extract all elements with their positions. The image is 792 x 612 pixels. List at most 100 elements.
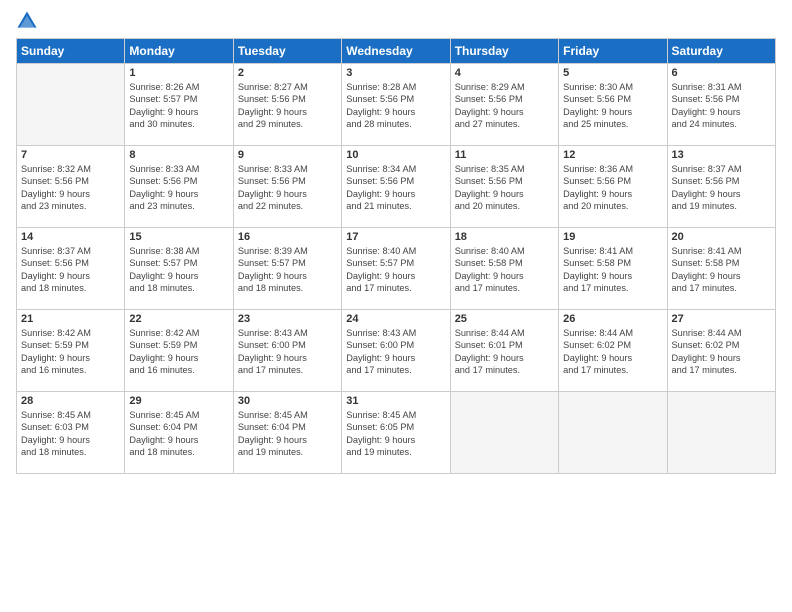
cell-info: Sunrise: 8:39 AM Sunset: 5:57 PM Dayligh… [238, 245, 337, 295]
calendar-cell: 7Sunrise: 8:32 AM Sunset: 5:56 PM Daylig… [17, 146, 125, 228]
cell-info: Sunrise: 8:40 AM Sunset: 5:58 PM Dayligh… [455, 245, 554, 295]
calendar-cell: 14 Sunrise: 8:37 AM Sunset: 5:56 PM Dayli… [17, 228, 125, 310]
day-number: 28 [21, 395, 120, 407]
day-number: 2 [238, 67, 337, 79]
weekday-thursday: Thursday [450, 39, 558, 64]
logo [16, 10, 42, 32]
day-number: 7 [21, 149, 120, 161]
calendar-cell: 24 Sunrise: 8:43 AM Sunset: 6:00 PM Dayli… [342, 310, 450, 392]
calendar-cell [450, 392, 558, 474]
cell-info: Sunrise: 8:27 AM Sunset: 5:56 PM Dayligh… [238, 81, 337, 131]
week-row-3: 21Sunrise: 8:42 AM Sunset: 5:59 PM Dayli… [17, 310, 776, 392]
day-number: 29 [129, 395, 228, 407]
day-number: 13 [672, 149, 771, 161]
weekday-saturday: Saturday [667, 39, 775, 64]
day-number: 17 [346, 231, 445, 243]
day-number: 27 [672, 313, 771, 325]
calendar-cell: 9 Sunrise: 8:33 AM Sunset: 5:56 PM Daylig… [233, 146, 341, 228]
day-number: 8 [129, 149, 228, 161]
cell-info: Sunrise: 8:45 AM Sunset: 6:03 PM Dayligh… [21, 409, 120, 459]
cell-info: Sunrise: 8:38 AM Sunset: 5:57 PM Dayligh… [129, 245, 228, 295]
day-number: 26 [563, 313, 662, 325]
day-number: 1 [129, 67, 228, 79]
cell-info: Sunrise: 8:33 AM Sunset: 5:56 PM Dayligh… [238, 163, 337, 213]
calendar-cell: 18 Sunrise: 8:40 AM Sunset: 5:58 PM Dayli… [450, 228, 558, 310]
cell-info: Sunrise: 8:26 AM Sunset: 5:57 PM Dayligh… [129, 81, 228, 131]
calendar-cell: 8Sunrise: 8:33 AM Sunset: 5:56 PM Daylig… [125, 146, 233, 228]
cell-info: Sunrise: 8:37 AM Sunset: 5:56 PM Dayligh… [672, 163, 771, 213]
cell-info: Sunrise: 8:45 AM Sunset: 6:05 PM Dayligh… [346, 409, 445, 459]
calendar-cell [17, 64, 125, 146]
calendar-cell: 3Sunrise: 8:28 AM Sunset: 5:56 PM Daylig… [342, 64, 450, 146]
calendar-cell: 13 Sunrise: 8:37 AM Sunset: 5:56 PM Dayli… [667, 146, 775, 228]
calendar-cell: 4 Sunrise: 8:29 AM Sunset: 5:56 PM Daylig… [450, 64, 558, 146]
calendar-cell: 10 Sunrise: 8:34 AM Sunset: 5:56 PM Dayli… [342, 146, 450, 228]
calendar-table: SundayMondayTuesdayWednesdayThursdayFrid… [16, 38, 776, 474]
weekday-sunday: Sunday [17, 39, 125, 64]
cell-info: Sunrise: 8:30 AM Sunset: 5:56 PM Dayligh… [563, 81, 662, 131]
page: SundayMondayTuesdayWednesdayThursdayFrid… [0, 0, 792, 612]
calendar-cell: 6Sunrise: 8:31 AM Sunset: 5:56 PM Daylig… [667, 64, 775, 146]
calendar-cell: 28 Sunrise: 8:45 AM Sunset: 6:03 PM Dayli… [17, 392, 125, 474]
calendar-cell: 27 Sunrise: 8:44 AM Sunset: 6:02 PM Dayli… [667, 310, 775, 392]
day-number: 23 [238, 313, 337, 325]
cell-info: Sunrise: 8:42 AM Sunset: 5:59 PM Dayligh… [129, 327, 228, 377]
calendar-cell: 22Sunrise: 8:42 AM Sunset: 5:59 PM Dayli… [125, 310, 233, 392]
logo-icon [16, 10, 38, 32]
calendar-cell: 1 Sunrise: 8:26 AM Sunset: 5:57 PM Daylig… [125, 64, 233, 146]
day-number: 14 [21, 231, 120, 243]
calendar-cell: 31Sunrise: 8:45 AM Sunset: 6:05 PM Dayli… [342, 392, 450, 474]
cell-info: Sunrise: 8:29 AM Sunset: 5:56 PM Dayligh… [455, 81, 554, 131]
calendar-cell [667, 392, 775, 474]
cell-info: Sunrise: 8:45 AM Sunset: 6:04 PM Dayligh… [238, 409, 337, 459]
week-row-1: 7Sunrise: 8:32 AM Sunset: 5:56 PM Daylig… [17, 146, 776, 228]
day-number: 18 [455, 231, 554, 243]
calendar-cell [559, 392, 667, 474]
day-number: 30 [238, 395, 337, 407]
cell-info: Sunrise: 8:44 AM Sunset: 6:02 PM Dayligh… [672, 327, 771, 377]
day-number: 19 [563, 231, 662, 243]
cell-info: Sunrise: 8:28 AM Sunset: 5:56 PM Dayligh… [346, 81, 445, 131]
weekday-header-row: SundayMondayTuesdayWednesdayThursdayFrid… [17, 39, 776, 64]
cell-info: Sunrise: 8:41 AM Sunset: 5:58 PM Dayligh… [672, 245, 771, 295]
calendar-cell: 25 Sunrise: 8:44 AM Sunset: 6:01 PM Dayli… [450, 310, 558, 392]
cell-info: Sunrise: 8:34 AM Sunset: 5:56 PM Dayligh… [346, 163, 445, 213]
day-number: 25 [455, 313, 554, 325]
cell-info: Sunrise: 8:37 AM Sunset: 5:56 PM Dayligh… [21, 245, 120, 295]
cell-info: Sunrise: 8:42 AM Sunset: 5:59 PM Dayligh… [21, 327, 120, 377]
day-number: 6 [672, 67, 771, 79]
cell-info: Sunrise: 8:43 AM Sunset: 6:00 PM Dayligh… [238, 327, 337, 377]
calendar-cell: 20 Sunrise: 8:41 AM Sunset: 5:58 PM Dayli… [667, 228, 775, 310]
weekday-friday: Friday [559, 39, 667, 64]
calendar-cell: 29 Sunrise: 8:45 AM Sunset: 6:04 PM Dayli… [125, 392, 233, 474]
calendar-cell: 23 Sunrise: 8:43 AM Sunset: 6:00 PM Dayli… [233, 310, 341, 392]
cell-info: Sunrise: 8:43 AM Sunset: 6:00 PM Dayligh… [346, 327, 445, 377]
day-number: 5 [563, 67, 662, 79]
day-number: 10 [346, 149, 445, 161]
calendar-cell: 15Sunrise: 8:38 AM Sunset: 5:57 PM Dayli… [125, 228, 233, 310]
weekday-tuesday: Tuesday [233, 39, 341, 64]
header [16, 10, 776, 32]
day-number: 20 [672, 231, 771, 243]
cell-info: Sunrise: 8:44 AM Sunset: 6:02 PM Dayligh… [563, 327, 662, 377]
calendar-cell: 16 Sunrise: 8:39 AM Sunset: 5:57 PM Dayli… [233, 228, 341, 310]
calendar-cell: 26 Sunrise: 8:44 AM Sunset: 6:02 PM Dayli… [559, 310, 667, 392]
calendar-cell: 21Sunrise: 8:42 AM Sunset: 5:59 PM Dayli… [17, 310, 125, 392]
calendar-cell: 12Sunrise: 8:36 AM Sunset: 5:56 PM Dayli… [559, 146, 667, 228]
cell-info: Sunrise: 8:41 AM Sunset: 5:58 PM Dayligh… [563, 245, 662, 295]
day-number: 9 [238, 149, 337, 161]
cell-info: Sunrise: 8:45 AM Sunset: 6:04 PM Dayligh… [129, 409, 228, 459]
day-number: 16 [238, 231, 337, 243]
calendar-cell: 30 Sunrise: 8:45 AM Sunset: 6:04 PM Dayli… [233, 392, 341, 474]
cell-info: Sunrise: 8:44 AM Sunset: 6:01 PM Dayligh… [455, 327, 554, 377]
day-number: 4 [455, 67, 554, 79]
weekday-wednesday: Wednesday [342, 39, 450, 64]
day-number: 24 [346, 313, 445, 325]
calendar-cell: 5 Sunrise: 8:30 AM Sunset: 5:56 PM Daylig… [559, 64, 667, 146]
cell-info: Sunrise: 8:35 AM Sunset: 5:56 PM Dayligh… [455, 163, 554, 213]
calendar-cell: 11 Sunrise: 8:35 AM Sunset: 5:56 PM Dayli… [450, 146, 558, 228]
calendar-cell: 17Sunrise: 8:40 AM Sunset: 5:57 PM Dayli… [342, 228, 450, 310]
week-row-2: 14 Sunrise: 8:37 AM Sunset: 5:56 PM Dayli… [17, 228, 776, 310]
day-number: 11 [455, 149, 554, 161]
weekday-monday: Monday [125, 39, 233, 64]
